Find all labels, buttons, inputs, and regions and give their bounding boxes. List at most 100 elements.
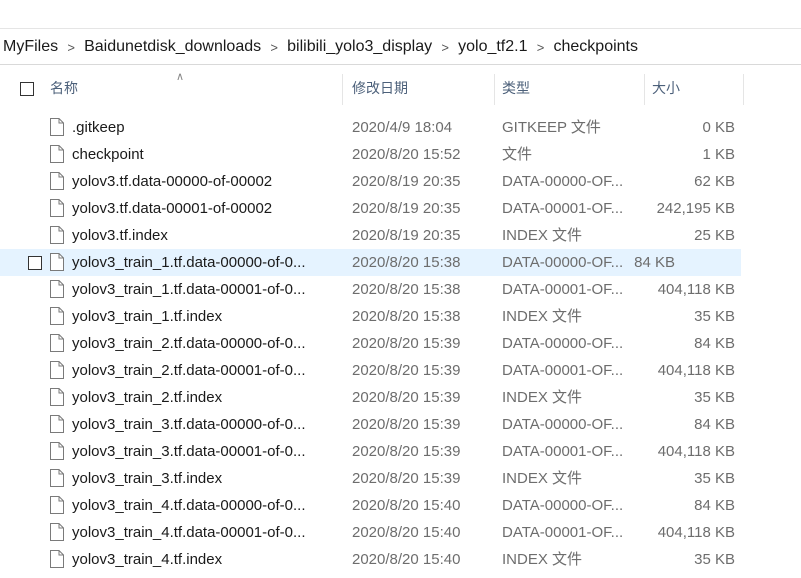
file-date: 2020/8/20 15:39 bbox=[352, 470, 461, 487]
file-row[interactable]: yolov3.tf.data-00001-of-00002 2020/8/19 2… bbox=[0, 195, 801, 222]
file-row[interactable]: yolov3_train_2.tf.index 2020/8/20 15:39 IN… bbox=[0, 384, 801, 411]
row-checkbox[interactable] bbox=[28, 256, 42, 270]
file-size: 242,195 KB bbox=[656, 200, 735, 217]
file-name[interactable]: yolov3_train_2.tf.index bbox=[72, 384, 334, 411]
file-row[interactable]: yolov3_train_3.tf.data-00001-of-0... 2020… bbox=[0, 438, 801, 465]
file-size: 0 KB bbox=[702, 119, 735, 136]
file-size: 84 KB bbox=[694, 335, 735, 352]
file-icon bbox=[50, 442, 64, 460]
file-size: 1 KB bbox=[702, 146, 735, 163]
file-row[interactable]: yolov3_train_3.tf.data-00000-of-0... 2020… bbox=[0, 411, 801, 438]
file-name[interactable]: yolov3_train_2.tf.data-00000-of-0... bbox=[72, 330, 334, 357]
chevron-right-icon[interactable]: > bbox=[531, 40, 551, 55]
file-size: 404,118 KB bbox=[657, 524, 735, 541]
file-name[interactable]: yolov3_train_4.tf.data-00001-of-0... bbox=[72, 519, 334, 546]
select-all-checkbox[interactable] bbox=[20, 82, 34, 96]
file-explorer-window: MyFiles > Baidunetdisk_downloads > bilibili_… bbox=[0, 0, 801, 578]
file-type: INDEX 文件 bbox=[502, 470, 583, 487]
file-date: 2020/8/20 15:52 bbox=[352, 146, 461, 163]
file-date: 2020/8/20 15:39 bbox=[352, 335, 461, 352]
column-header-size[interactable]: 大小 bbox=[646, 72, 742, 105]
column-header-date[interactable]: 修改日期 bbox=[346, 72, 494, 105]
file-type: DATA-00000-OF... bbox=[502, 173, 624, 190]
file-name[interactable]: yolov3_train_2.tf.data-00001-of-0... bbox=[72, 357, 334, 384]
file-icon bbox=[50, 334, 64, 352]
file-name[interactable]: yolov3_train_1.tf.data-00000-of-0... bbox=[72, 249, 334, 276]
file-date: 2020/8/19 20:35 bbox=[352, 200, 461, 217]
file-name[interactable]: yolov3_train_3.tf.data-00001-of-0... bbox=[72, 438, 334, 465]
file-name[interactable]: checkpoint bbox=[72, 141, 334, 168]
column-header-name[interactable]: 名称 bbox=[44, 72, 342, 105]
file-row[interactable]: yolov3_train_1.tf.data-00001-of-0... 2020… bbox=[0, 276, 801, 303]
file-row[interactable]: yolov3_train_2.tf.data-00001-of-0... 2020… bbox=[0, 357, 801, 384]
chevron-right-icon[interactable]: > bbox=[61, 40, 81, 55]
file-icon bbox=[50, 280, 64, 298]
breadcrumb-item[interactable]: checkpoints bbox=[551, 38, 642, 56]
file-date: 2020/8/20 15:39 bbox=[352, 443, 461, 460]
file-row[interactable]: yolov3.tf.data-00000-of-00002 2020/8/19 2… bbox=[0, 168, 801, 195]
file-row[interactable]: yolov3_train_4.tf.data-00000-of-0... 2020… bbox=[0, 492, 801, 519]
file-icon bbox=[50, 388, 64, 406]
file-type: INDEX 文件 bbox=[502, 308, 583, 325]
column-divider[interactable] bbox=[342, 74, 343, 105]
file-type: DATA-00000-OF... bbox=[502, 416, 624, 433]
file-type: DATA-00000-OF... bbox=[502, 335, 624, 352]
breadcrumb-item[interactable]: yolo_tf2.1 bbox=[455, 38, 530, 56]
file-size: 404,118 KB bbox=[657, 362, 735, 379]
file-name[interactable]: yolov3.tf.index bbox=[72, 222, 334, 249]
ribbon-area bbox=[0, 0, 801, 29]
breadcrumb-item[interactable]: Baidunetdisk_downloads bbox=[81, 38, 264, 56]
file-name[interactable]: yolov3_train_1.tf.data-00001-of-0... bbox=[72, 276, 334, 303]
chevron-right-icon[interactable]: > bbox=[264, 40, 284, 55]
file-date: 2020/8/20 15:40 bbox=[352, 524, 461, 541]
file-type: DATA-00001-OF... bbox=[502, 443, 624, 460]
file-date: 2020/8/20 15:38 bbox=[352, 308, 461, 325]
file-row[interactable]: yolov3.tf.index 2020/8/19 20:35 INDEX 文件 25… bbox=[0, 222, 801, 249]
file-name[interactable]: yolov3_train_3.tf.data-00000-of-0... bbox=[72, 411, 334, 438]
file-icon bbox=[50, 523, 64, 541]
file-type: INDEX 文件 bbox=[502, 551, 583, 568]
file-type: GITKEEP 文件 bbox=[502, 119, 601, 136]
file-icon bbox=[50, 145, 64, 163]
file-icon bbox=[50, 361, 64, 379]
file-name[interactable]: yolov3_train_1.tf.index bbox=[72, 303, 334, 330]
file-row[interactable]: .gitkeep 2020/4/9 18:04 GITKEEP 文件 0 KB bbox=[0, 114, 801, 141]
column-divider[interactable] bbox=[644, 74, 645, 105]
file-icon bbox=[50, 253, 64, 271]
file-name[interactable]: yolov3_train_3.tf.index bbox=[72, 465, 334, 492]
file-icon bbox=[50, 226, 64, 244]
file-icon bbox=[50, 550, 64, 568]
file-row[interactable]: yolov3_train_4.tf.index 2020/8/20 15:40 IN… bbox=[0, 546, 801, 573]
file-size: 404,118 KB bbox=[657, 281, 735, 298]
file-row[interactable]: checkpoint 2020/8/20 15:52 文件 1 KB bbox=[0, 141, 801, 168]
file-date: 2020/8/20 15:40 bbox=[352, 497, 461, 514]
column-header-type[interactable]: 类型 bbox=[496, 72, 644, 105]
file-size: 35 KB bbox=[694, 389, 735, 406]
file-size: 84 KB bbox=[634, 254, 675, 271]
file-row[interactable]: yolov3_train_1.tf.data-00000-of-0... 2020… bbox=[0, 249, 741, 276]
file-name[interactable]: yolov3_train_4.tf.data-00000-of-0... bbox=[72, 492, 334, 519]
file-icon bbox=[50, 307, 64, 325]
column-divider[interactable] bbox=[743, 74, 744, 105]
file-date: 2020/8/20 15:39 bbox=[352, 362, 461, 379]
file-size: 84 KB bbox=[694, 497, 735, 514]
file-name[interactable]: .gitkeep bbox=[72, 114, 334, 141]
column-divider[interactable] bbox=[494, 74, 495, 105]
file-row[interactable]: yolov3_train_4.tf.data-00001-of-0... 2020… bbox=[0, 519, 801, 546]
chevron-right-icon[interactable]: > bbox=[435, 40, 455, 55]
breadcrumb-item[interactable]: MyFiles bbox=[0, 38, 61, 56]
file-row[interactable]: yolov3_train_1.tf.index 2020/8/20 15:38 IN… bbox=[0, 303, 801, 330]
file-name[interactable]: yolov3_train_4.tf.index bbox=[72, 546, 334, 573]
breadcrumb-item[interactable]: bilibili_yolo3_display bbox=[284, 38, 435, 56]
file-type: DATA-00001-OF... bbox=[502, 281, 624, 298]
file-icon bbox=[50, 415, 64, 433]
file-size: 35 KB bbox=[694, 551, 735, 568]
file-name[interactable]: yolov3.tf.data-00000-of-00002 bbox=[72, 168, 334, 195]
file-row[interactable]: yolov3_train_2.tf.data-00000-of-0... 2020… bbox=[0, 330, 801, 357]
file-type: INDEX 文件 bbox=[502, 227, 583, 244]
file-name[interactable]: yolov3.tf.data-00001-of-00002 bbox=[72, 195, 334, 222]
breadcrumb[interactable]: MyFiles > Baidunetdisk_downloads > bilibili_… bbox=[0, 30, 801, 65]
file-type: 文件 bbox=[502, 146, 533, 163]
file-row[interactable]: yolov3_train_3.tf.index 2020/8/20 15:39 IN… bbox=[0, 465, 801, 492]
file-icon bbox=[50, 199, 64, 217]
